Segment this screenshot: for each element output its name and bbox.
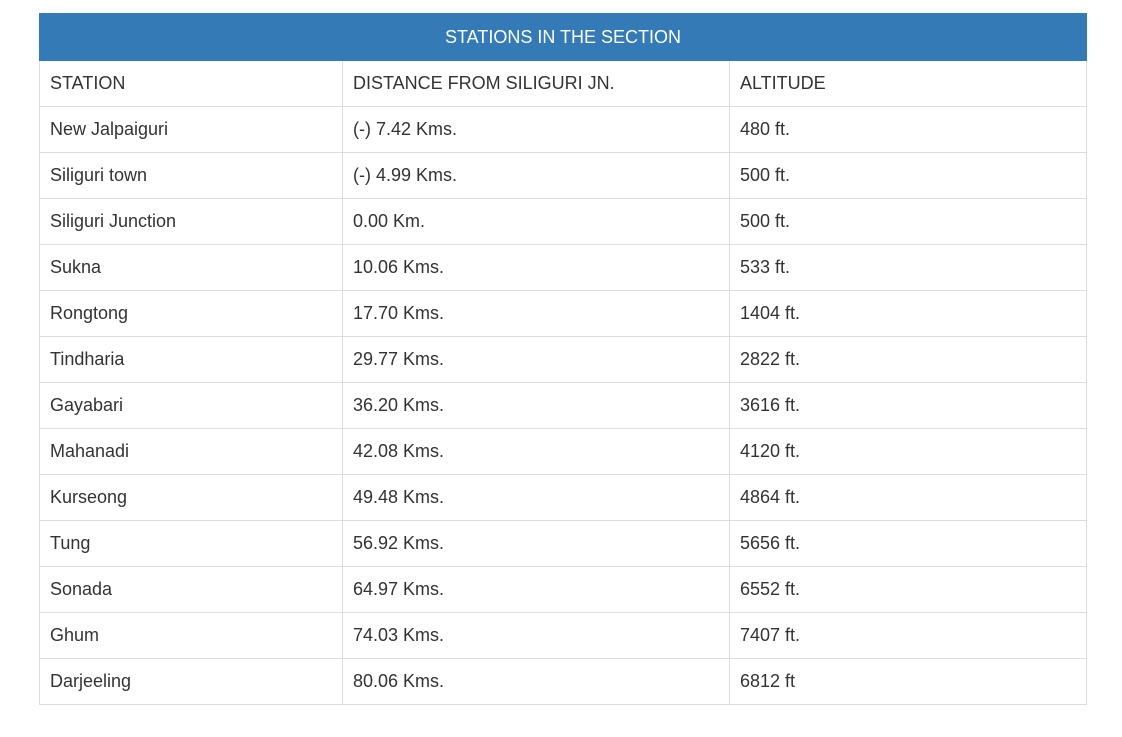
cell-distance: 42.08 Kms. <box>342 428 730 475</box>
table-row: Tung 56.92 Kms. 5656 ft. <box>39 520 1088 567</box>
cell-altitude: 7407 ft. <box>728 612 1088 659</box>
table-row: Rongtong 17.70 Kms. 1404 ft. <box>39 290 1088 337</box>
column-header-altitude: ALTITUDE <box>728 60 1088 107</box>
cell-altitude: 500 ft. <box>728 198 1088 245</box>
table-title-row: STATIONS IN THE SECTION <box>38 13 1088 61</box>
table-row: New Jalpaiguri (-) 7.42 Kms. 480 ft. <box>39 106 1088 153</box>
column-header-station: STATION <box>39 60 343 107</box>
table-row: Gayabari 36.20 Kms. 3616 ft. <box>39 382 1088 429</box>
stations-table-container: STATIONS IN THE SECTION STATION DISTANCE… <box>38 13 1088 705</box>
cell-station: Rongtong <box>39 290 343 337</box>
table-row: Kurseong 49.48 Kms. 4864 ft. <box>39 474 1088 521</box>
cell-station: Siliguri Junction <box>39 198 343 245</box>
cell-altitude: 4864 ft. <box>728 474 1088 521</box>
cell-station: Kurseong <box>39 474 343 521</box>
table-body: STATION DISTANCE FROM SILIGURI JN. ALTIT… <box>39 60 1088 705</box>
cell-distance: 56.92 Kms. <box>342 520 730 567</box>
cell-station: Gayabari <box>39 382 343 429</box>
table-row: Darjeeling 80.06 Kms. 6812 ft <box>39 658 1088 705</box>
cell-distance: 29.77 Kms. <box>342 336 730 383</box>
cell-station: New Jalpaiguri <box>39 106 343 153</box>
table-row: Sukna 10.06 Kms. 533 ft. <box>39 244 1088 291</box>
cell-station: Tung <box>39 520 343 567</box>
cell-altitude: 6812 ft <box>728 658 1088 705</box>
cell-distance: 49.48 Kms. <box>342 474 730 521</box>
stations-table: STATIONS IN THE SECTION STATION DISTANCE… <box>38 13 1088 705</box>
table-row: Tindharia 29.77 Kms. 2822 ft. <box>39 336 1088 383</box>
cell-distance: 0.00 Km. <box>342 198 730 245</box>
column-header-row: STATION DISTANCE FROM SILIGURI JN. ALTIT… <box>39 60 1088 107</box>
column-header-distance: DISTANCE FROM SILIGURI JN. <box>342 60 730 107</box>
cell-station: Mahanadi <box>39 428 343 475</box>
cell-altitude: 500 ft. <box>728 152 1088 199</box>
cell-distance: 74.03 Kms. <box>342 612 730 659</box>
cell-altitude: 480 ft. <box>728 106 1088 153</box>
cell-altitude: 2822 ft. <box>728 336 1088 383</box>
cell-distance: 17.70 Kms. <box>342 290 730 337</box>
cell-station: Darjeeling <box>39 658 343 705</box>
cell-altitude: 533 ft. <box>728 244 1088 291</box>
cell-altitude: 4120 ft. <box>728 428 1088 475</box>
table-row: Mahanadi 42.08 Kms. 4120 ft. <box>39 428 1088 475</box>
cell-distance: 36.20 Kms. <box>342 382 730 429</box>
cell-altitude: 3616 ft. <box>728 382 1088 429</box>
cell-station: Sukna <box>39 244 343 291</box>
cell-distance: 64.97 Kms. <box>342 566 730 613</box>
cell-distance: 80.06 Kms. <box>342 658 730 705</box>
cell-station: Ghum <box>39 612 343 659</box>
table-title: STATIONS IN THE SECTION <box>38 13 1088 61</box>
cell-station: Tindharia <box>39 336 343 383</box>
cell-distance: (-) 7.42 Kms. <box>342 106 730 153</box>
table-row: Sonada 64.97 Kms. 6552 ft. <box>39 566 1088 613</box>
table-row: Siliguri Junction 0.00 Km. 500 ft. <box>39 198 1088 245</box>
table-row: Ghum 74.03 Kms. 7407 ft. <box>39 612 1088 659</box>
table-row: Siliguri town (-) 4.99 Kms. 500 ft. <box>39 152 1088 199</box>
cell-station: Siliguri town <box>39 152 343 199</box>
cell-altitude: 5656 ft. <box>728 520 1088 567</box>
cell-distance: 10.06 Kms. <box>342 244 730 291</box>
cell-altitude: 1404 ft. <box>728 290 1088 337</box>
cell-station: Sonada <box>39 566 343 613</box>
cell-altitude: 6552 ft. <box>728 566 1088 613</box>
cell-distance: (-) 4.99 Kms. <box>342 152 730 199</box>
